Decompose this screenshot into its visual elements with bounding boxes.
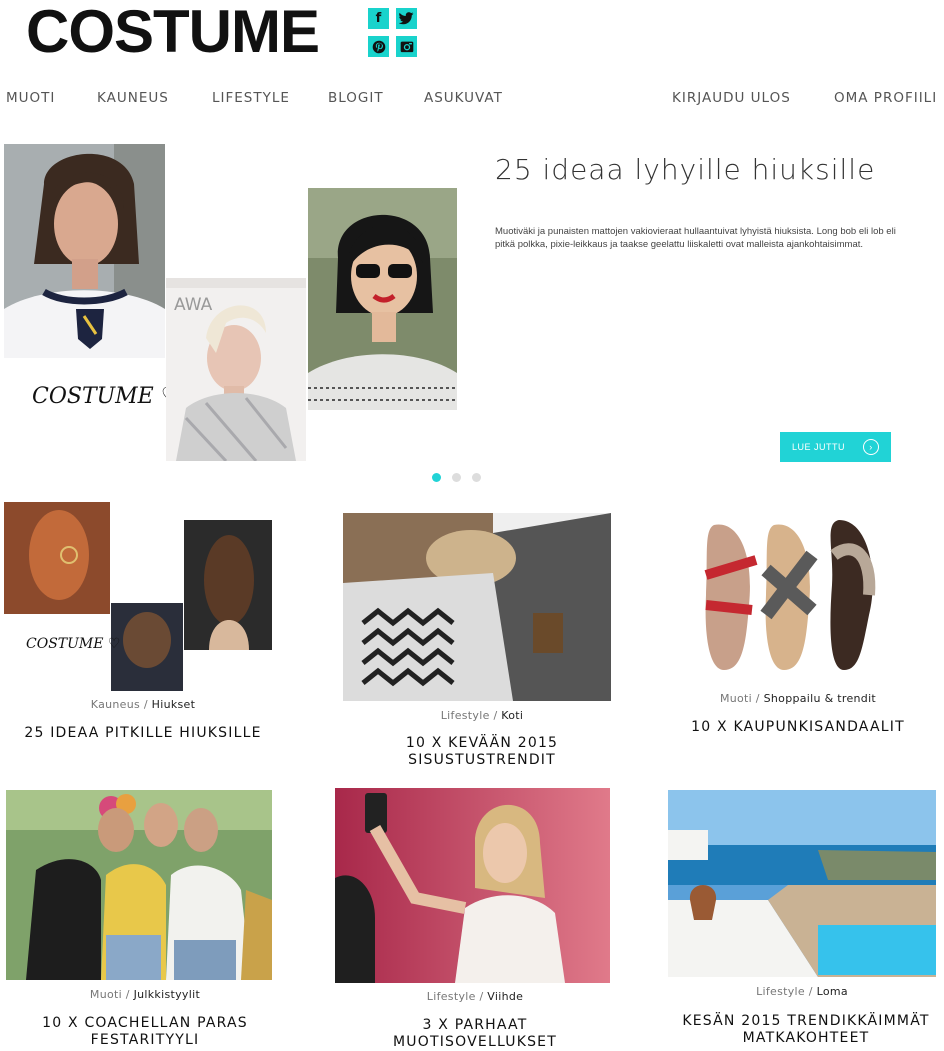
instagram-icon[interactable]	[396, 36, 417, 57]
chevron-right-icon: ›	[863, 439, 879, 455]
card-1-signature: COSTUME ♡	[26, 636, 121, 652]
nav-asukuvat[interactable]: ASUKUVAT	[424, 88, 503, 108]
facebook-icon[interactable]: f	[368, 8, 389, 29]
card-5-title[interactable]: 3 X PARHAAT MUOTISOVELLUKSET	[370, 1017, 580, 1051]
card-4-title[interactable]: 10 X COACHELLAN PARAS FESTARITYYLI	[20, 1015, 270, 1049]
hero-photo-bob[interactable]	[308, 188, 457, 410]
nav-lifestyle[interactable]: LIFESTYLE	[212, 88, 290, 108]
card-5-category[interactable]: Lifestyle / Viihde	[330, 990, 620, 1003]
card-3-title[interactable]: 10 X KAUPUNKISANDAALIT	[652, 719, 944, 736]
card-1-title[interactable]: 25 IDEAA PITKILLE HIUKSILLE	[0, 725, 286, 742]
nav-muoti[interactable]: MUOTI	[6, 88, 55, 108]
card-image-sandals[interactable]	[694, 515, 890, 678]
slider-dot-1[interactable]	[432, 473, 441, 482]
hero-text: Muotiväki ja punaisten mattojen vakiovie…	[495, 226, 896, 250]
nav-kauneus[interactable]: KAUNEUS	[97, 88, 169, 108]
hero-title[interactable]: 25 ideaa lyhyille hiuksille	[495, 153, 875, 186]
card-4-category[interactable]: Muoti / Julkkistyylit	[0, 988, 290, 1001]
card-6-title[interactable]: KESÄN 2015 TRENDIKKÄIMMÄT MATKAKOHTEET	[670, 1013, 942, 1047]
pinterest-icon[interactable]	[368, 36, 389, 57]
hero-photo-sign: AWA	[174, 295, 213, 315]
twitter-icon[interactable]	[396, 8, 417, 29]
hero-signature: COSTUME ♡	[32, 384, 181, 409]
card-3-category[interactable]: Muoti / Shoppailu & trendit	[652, 692, 944, 705]
site-logo[interactable]: COSTUME	[26, 0, 320, 64]
card-image-cushions[interactable]	[343, 513, 611, 701]
card-6-category[interactable]: Lifestyle / Loma	[660, 985, 944, 998]
hero-photo-pixie[interactable]: AWA	[166, 278, 306, 461]
slider-dot-3[interactable]	[472, 473, 481, 482]
card-image-selfie[interactable]	[335, 788, 610, 983]
card-image-beach[interactable]	[668, 790, 936, 977]
card-image-hair[interactable]	[4, 500, 274, 700]
nav-logout[interactable]: KIRJAUDU ULOS	[672, 88, 791, 108]
read-article-label: LUE JUTTU	[791, 442, 845, 452]
hero-photo-brunette[interactable]	[4, 144, 165, 358]
card-1-category[interactable]: Kauneus / Hiukset	[0, 698, 286, 711]
slider-dot-2[interactable]	[452, 473, 461, 482]
nav-profile[interactable]: OMA PROFIILI	[834, 88, 937, 108]
read-article-button[interactable]: LUE JUTTU ›	[780, 432, 891, 462]
card-2-title[interactable]: 10 X KEVÄÄN 2015 SISUSTUSTRENDIT	[382, 735, 582, 769]
nav-blogit[interactable]: BLOGIT	[328, 88, 384, 108]
card-image-coachella[interactable]	[6, 790, 272, 980]
card-2-category[interactable]: Lifestyle / Koti	[337, 709, 627, 722]
